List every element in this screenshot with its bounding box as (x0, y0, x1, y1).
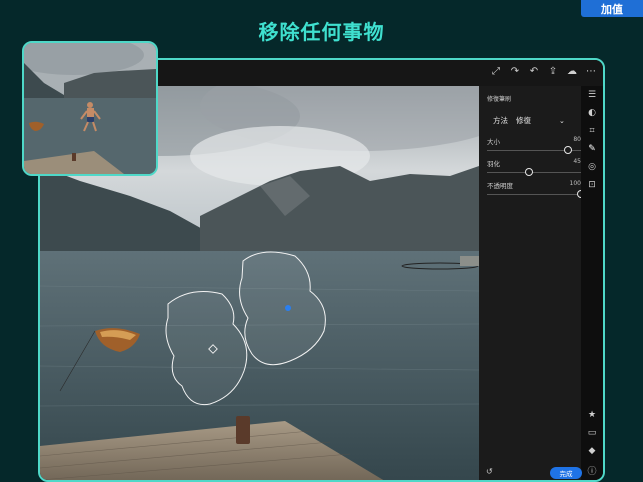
share-icon[interactable]: ⇪ (547, 66, 559, 77)
panel-title: 修復筆刷 (487, 96, 512, 103)
more-icon[interactable]: ⋯ (585, 66, 597, 77)
method-dropdown[interactable]: 方法 修復 ⌄ (493, 115, 565, 126)
healing-panel: 修復筆刷 方法 修復 ⌄ 大小 80 羽化 45 不透明度 100 (479, 86, 585, 480)
side-tool-rail: ☰ ◐ ⌗ ✎ ◎ ⊡ ★ ▭ ◆ ⓘ (581, 86, 603, 480)
slider-knob[interactable] (563, 146, 572, 154)
crop-icon[interactable]: ⌗ (581, 126, 603, 136)
tag-icon[interactable]: ◆ (581, 446, 603, 456)
star-icon[interactable]: ★ (581, 410, 603, 420)
before-thumbnail (22, 41, 158, 176)
reset-icon[interactable]: ↺ (486, 467, 493, 476)
chevron-down-icon: ⌄ (559, 116, 565, 125)
presets-icon[interactable]: ◐ (581, 108, 603, 118)
radial-icon[interactable]: ◎ (581, 162, 603, 172)
method-label: 方法 (493, 116, 508, 125)
adjust-icon[interactable]: ☰ (581, 90, 603, 100)
undo-icon[interactable]: ↶ (528, 66, 540, 77)
slider-label: 羽化 (487, 160, 500, 168)
opacity-slider[interactable]: 不透明度 100 (487, 180, 585, 198)
size-slider[interactable]: 大小 80 (487, 136, 581, 154)
slider-value: 80 (573, 136, 581, 143)
comment-icon[interactable]: ▭ (581, 428, 603, 438)
feather-slider[interactable]: 羽化 45 (487, 158, 581, 176)
slider-label: 不透明度 (487, 182, 513, 190)
selective-icon[interactable]: ⊡ (581, 180, 603, 190)
add-value-button[interactable]: 加值 (581, 0, 643, 17)
method-value: 修復 (516, 116, 531, 125)
crop-icon[interactable]: ⤢ (490, 66, 502, 77)
target-pin[interactable] (285, 305, 291, 311)
cloud-sync-icon[interactable]: ☁ (566, 66, 578, 77)
redo-icon[interactable]: ↷ (509, 66, 521, 77)
done-button[interactable]: 完成 (550, 467, 582, 479)
slider-knob[interactable] (525, 168, 534, 176)
info-icon[interactable]: ⓘ (581, 464, 603, 477)
brush-icon[interactable]: ✎ (581, 144, 603, 154)
slider-value: 100 (569, 180, 581, 187)
slider-label: 大小 (487, 138, 500, 146)
slider-value: 45 (573, 158, 581, 165)
